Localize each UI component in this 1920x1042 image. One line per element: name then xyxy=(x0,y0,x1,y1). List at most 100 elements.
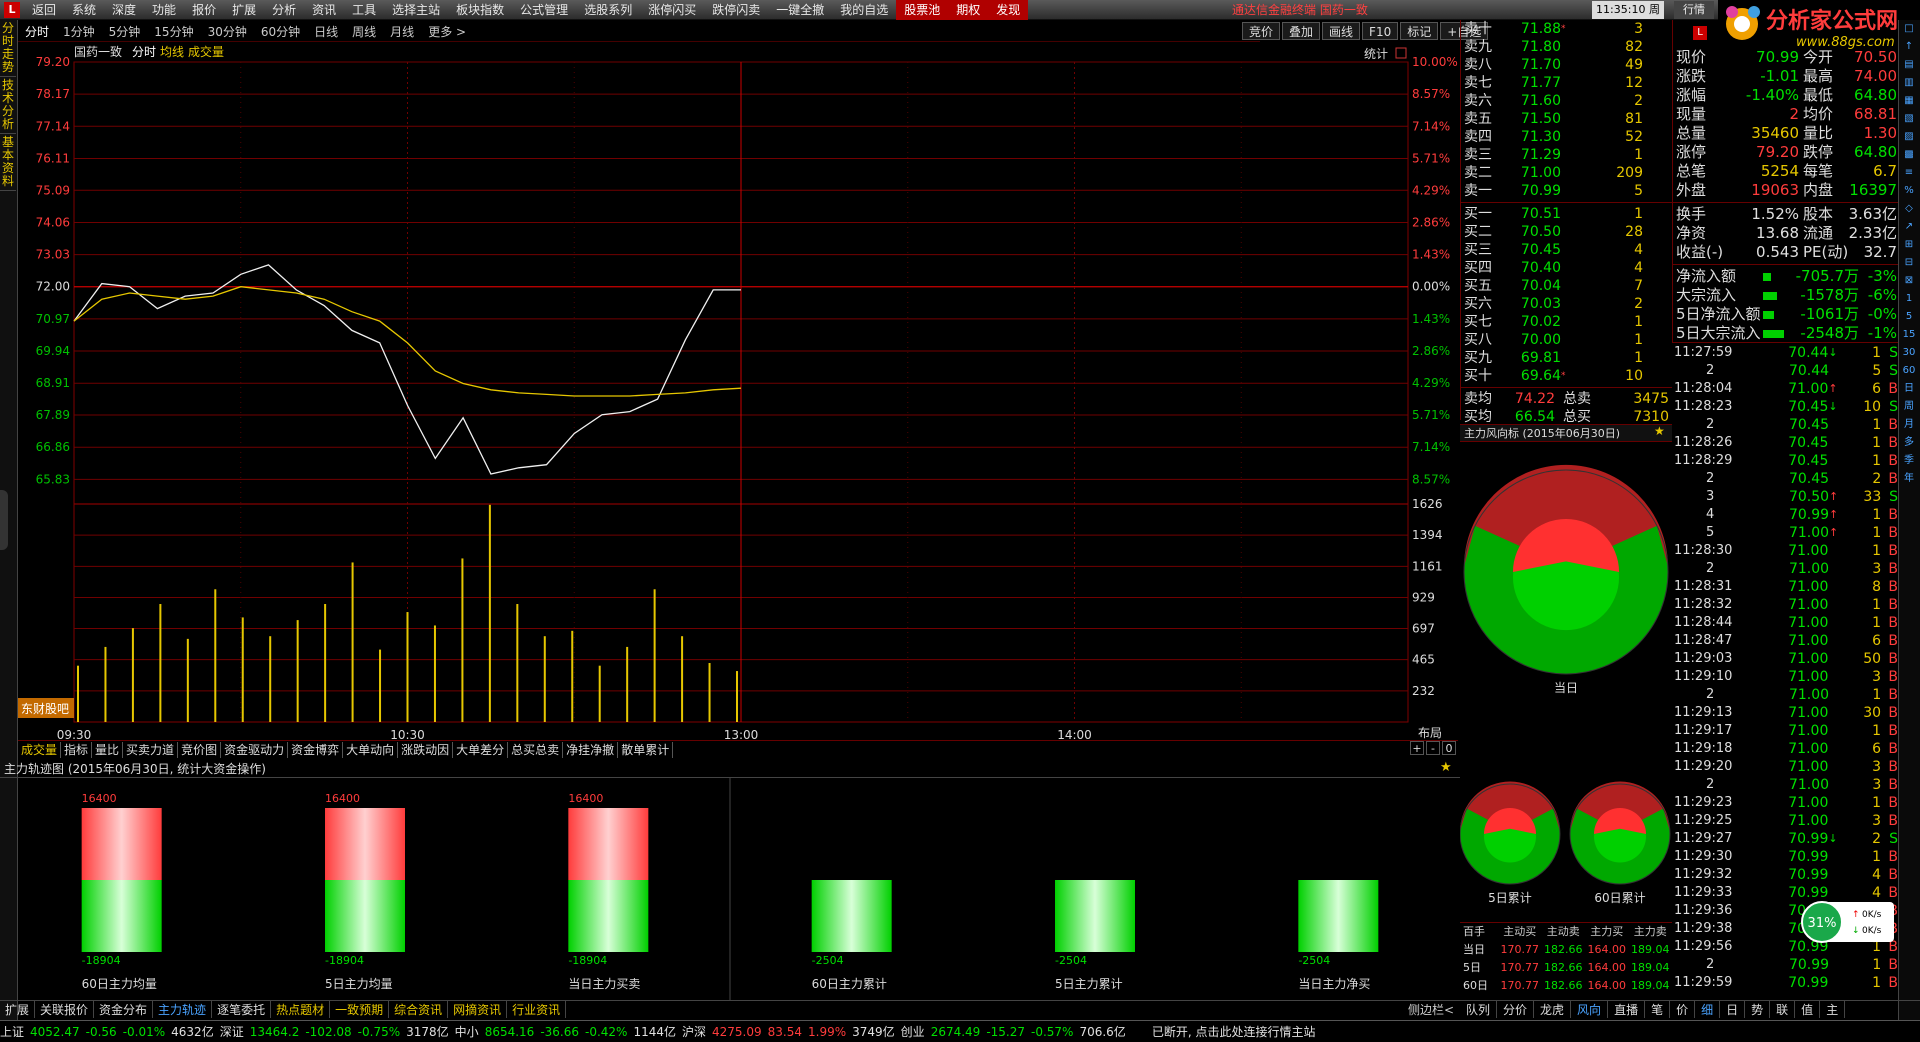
tick-row[interactable]: 11:28:47 71.00 6 B xyxy=(1672,632,1898,650)
tick-view-tab[interactable]: 主 xyxy=(1820,1001,1846,1018)
tick-row[interactable]: 11:29:59 70.99 1 B xyxy=(1672,974,1898,992)
book-row[interactable]: 买十 69.64 * 10 xyxy=(1461,367,1672,385)
indicator-tab[interactable]: 大单差分 xyxy=(453,741,509,758)
left-collapse-handle[interactable] xyxy=(0,490,8,550)
indicator-tab[interactable]: 涨跌动因 xyxy=(398,741,454,758)
right-tool-button[interactable]: ▥ xyxy=(1899,74,1919,92)
tick-view-tab[interactable]: 日 xyxy=(1720,1001,1746,1018)
tick-view-tab[interactable]: 势 xyxy=(1745,1001,1771,1018)
right-tool-button[interactable]: ▧ xyxy=(1899,110,1919,128)
book-row[interactable]: 卖四 71.30 52 xyxy=(1461,128,1672,146)
period-tab[interactable]: 5分钟 xyxy=(102,23,148,40)
book-row[interactable]: 买六 70.03 2 xyxy=(1461,295,1672,313)
book-row[interactable]: 买七 70.02 1 xyxy=(1461,313,1672,331)
tool-button[interactable]: 叠加 xyxy=(1282,22,1321,40)
book-row[interactable]: 卖二 71.00 209 xyxy=(1461,164,1672,182)
tick-row[interactable]: 11:29:17 71.00 1 B xyxy=(1672,722,1898,740)
menu-item[interactable]: 板块指数 xyxy=(448,0,512,20)
tick-view-tab[interactable]: 联 xyxy=(1770,1001,1796,1018)
book-row[interactable]: 卖十 71.88 * 3 xyxy=(1461,20,1672,38)
tick-view-tab[interactable]: 细 xyxy=(1695,1001,1721,1018)
tick-row[interactable]: 11:29:13 71.00 30 B xyxy=(1672,704,1898,722)
menu-item[interactable]: 一键全撤 xyxy=(768,0,832,20)
tick-row[interactable]: 4 70.99 ↑ 1 B xyxy=(1672,506,1898,524)
right-tool-button[interactable]: 周 xyxy=(1899,398,1919,416)
indicator-tab[interactable]: 大单动向 xyxy=(343,741,399,758)
tool-button[interactable]: 标记 xyxy=(1400,22,1439,40)
bottom-tab[interactable]: 热点题材 xyxy=(271,1001,331,1018)
right-tool-button[interactable]: % xyxy=(1899,182,1919,200)
right-panel-tab[interactable]: 龙虎 xyxy=(1534,1001,1572,1018)
menu-item[interactable]: 工具 xyxy=(344,0,384,20)
menu-item[interactable]: 返回 xyxy=(24,0,64,20)
menu-item[interactable]: 发现 xyxy=(988,0,1029,20)
tick-row[interactable]: 2 70.99 1 B xyxy=(1672,956,1898,974)
period-tab[interactable]: 月线 xyxy=(383,23,421,40)
right-tool-button[interactable]: 30 xyxy=(1899,344,1919,362)
right-panel-tab[interactable]: 风向 xyxy=(1571,1001,1609,1018)
tick-row[interactable]: 11:29:27 70.99 ↓ 2 S xyxy=(1672,830,1898,848)
book-row[interactable]: 卖一 70.99 5 xyxy=(1461,182,1672,200)
indicator-tab[interactable]: 买卖力道 xyxy=(123,741,179,758)
book-row[interactable]: 卖七 71.77 12 xyxy=(1461,74,1672,92)
tick-row[interactable]: 11:29:23 71.00 1 B xyxy=(1672,794,1898,812)
right-tool-button[interactable]: 月 xyxy=(1899,416,1919,434)
tick-view-tab[interactable]: 笔 xyxy=(1645,1001,1671,1018)
quote-button[interactable]: 行情 xyxy=(1674,1,1714,19)
indicator-tab[interactable]: 指标 xyxy=(61,741,93,758)
book-row[interactable]: 买九 69.81 1 xyxy=(1461,349,1672,367)
stat-toggle-icon[interactable] xyxy=(1395,47,1407,59)
left-tab[interactable]: 技术分析 xyxy=(0,77,16,134)
tick-row[interactable]: 11:28:04 71.00 ↑ 6 B xyxy=(1672,380,1898,398)
book-row[interactable]: 买二 70.50 28 xyxy=(1461,223,1672,241)
book-row[interactable]: 买八 70.00 1 xyxy=(1461,331,1672,349)
right-tool-button[interactable]: 60 xyxy=(1899,362,1919,380)
fund-star-icon[interactable]: ★ xyxy=(1654,424,1665,438)
menu-item[interactable]: 功能 xyxy=(144,0,184,20)
tick-row[interactable]: 11:28:26 70.45 1 B xyxy=(1672,434,1898,452)
menu-item[interactable]: 公式管理 xyxy=(512,0,576,20)
menu-item[interactable]: 资讯 xyxy=(304,0,344,20)
right-tool-button[interactable]: 日 xyxy=(1899,380,1919,398)
tick-row[interactable]: 5 71.00 ↑ 1 B xyxy=(1672,524,1898,542)
bottom-tab[interactable]: 一致预期 xyxy=(330,1001,390,1018)
indicator-tab[interactable]: 成交量 xyxy=(18,741,62,758)
right-tool-button[interactable]: ▤ xyxy=(1899,56,1919,74)
tick-row[interactable]: 2 71.00 1 B xyxy=(1672,686,1898,704)
tick-row[interactable]: 11:27:59 70.44 ↓ 1 S xyxy=(1672,344,1898,362)
menu-item[interactable]: 我的自选 xyxy=(832,0,896,20)
menu-item[interactable]: 期权 xyxy=(948,0,989,20)
tool-button[interactable]: 竞价 xyxy=(1242,22,1281,40)
tick-row[interactable]: 11:28:31 71.00 8 B xyxy=(1672,578,1898,596)
right-tool-button[interactable]: ↗ xyxy=(1899,218,1919,236)
tick-row[interactable]: 11:29:03 71.00 50 B xyxy=(1672,650,1898,668)
right-tool-button[interactable]: ▦ xyxy=(1899,92,1919,110)
tick-row[interactable]: 2 70.44 5 S xyxy=(1672,362,1898,380)
tick-row[interactable]: 2 71.00 3 B xyxy=(1672,560,1898,578)
right-tool-button[interactable]: 1 xyxy=(1899,290,1919,308)
book-row[interactable]: 卖五 71.50 81 xyxy=(1461,110,1672,128)
tick-row[interactable]: 2 71.00 3 B xyxy=(1672,776,1898,794)
right-tool-button[interactable]: ▨ xyxy=(1899,128,1919,146)
tick-row[interactable]: 3 70.50 ↑ 33 S xyxy=(1672,488,1898,506)
bottom-tab[interactable]: 扩展 xyxy=(0,1001,36,1018)
right-tool-button[interactable]: ◇ xyxy=(1899,200,1919,218)
tick-row[interactable]: 11:29:30 70.99 1 B xyxy=(1672,848,1898,866)
indicator-tab[interactable]: 量比 xyxy=(92,741,124,758)
indicator-tab[interactable]: 竞价图 xyxy=(178,741,222,758)
right-tool-button[interactable]: 多 xyxy=(1899,434,1919,452)
tool-button[interactable]: 画线 xyxy=(1322,22,1361,40)
left-tab[interactable]: 基本资料 xyxy=(0,134,16,191)
right-tool-button[interactable]: 15 xyxy=(1899,326,1919,344)
indicator-tab[interactable]: 总买总卖 xyxy=(508,741,564,758)
tick-row[interactable]: 11:28:44 71.00 1 B xyxy=(1672,614,1898,632)
tick-row[interactable]: 11:28:23 70.45 ↓ 10 S xyxy=(1672,398,1898,416)
book-row[interactable]: 卖六 71.60 2 xyxy=(1461,92,1672,110)
menu-item[interactable]: 跌停闪卖 xyxy=(704,0,768,20)
menu-item[interactable]: 系统 xyxy=(64,0,104,20)
book-row[interactable]: 卖三 71.29 1 xyxy=(1461,146,1672,164)
menu-item[interactable]: 报价 xyxy=(184,0,224,20)
indicator-ctrl-button[interactable]: 0 xyxy=(1442,741,1456,755)
tool-button[interactable]: F10 xyxy=(1362,22,1399,40)
menu-item[interactable]: 选择主站 xyxy=(384,0,448,20)
